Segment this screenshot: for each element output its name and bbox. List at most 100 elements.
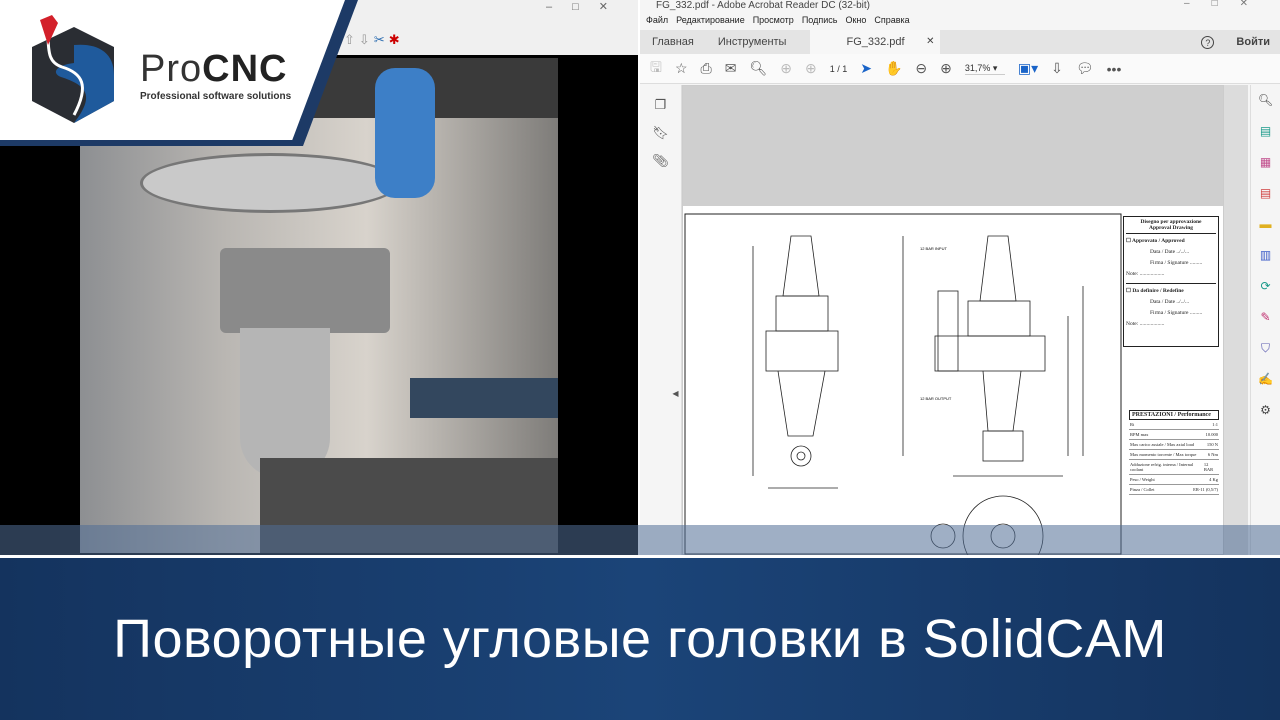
more-icon[interactable]: ••• <box>1107 61 1122 77</box>
note-field: Note: .................. <box>1126 321 1165 327</box>
video-title: Поворотные угловые головки в SolidCAM <box>113 609 1167 669</box>
hand-tool-icon[interactable]: ✋ <box>885 60 902 77</box>
tab-bar: Главная Инструменты FG_332.pdf ✕ ? Войти <box>640 30 1280 54</box>
help-icon[interactable]: ? <box>1201 35 1215 49</box>
protect-icon[interactable]: ⛉ <box>1251 333 1280 364</box>
performance-table: PRESTAZIONI / Performance Ri 1:1 RPM max 10… <box>1129 410 1219 495</box>
comment-icon[interactable]: 💬︎ <box>1076 60 1094 77</box>
menu-file[interactable]: Файл <box>646 15 668 27</box>
page-number-input[interactable]: 1 <box>830 64 835 74</box>
brand-tagline: Professional software solutions <box>140 91 292 102</box>
page-header-area <box>683 86 1223 206</box>
approved-checkbox: ☐ Approvato / Approved <box>1126 238 1185 244</box>
performance-value: 10.000 <box>1205 432 1218 437</box>
performance-param: Adduzione refrig. interna / Internal coo… <box>1130 462 1194 472</box>
performance-param: Ri <box>1130 422 1135 427</box>
performance-row: Max carico assiale / Max axial load 150 N <box>1129 440 1219 450</box>
menu-edit[interactable]: Редактирование <box>676 15 745 27</box>
fill-sign-icon[interactable]: ✎ <box>1251 302 1280 333</box>
save-icon[interactable]: 🖫 <box>650 57 662 81</box>
logo-area: ProCNC Professional software solutions <box>0 0 360 146</box>
tab-tools[interactable]: Инструменты <box>706 36 799 48</box>
scan-icon[interactable]: ⟳ <box>1251 271 1280 302</box>
performance-title: PRESTAZIONI / Performance <box>1129 410 1219 420</box>
window-controls[interactable]: –□✕ <box>1184 0 1270 9</box>
signature-field: Firma / Signature ......... <box>1150 310 1203 316</box>
date-field: Data / Date ../../... <box>1150 299 1190 305</box>
performance-param: Max carico assiale / Max axial load <box>1130 442 1194 447</box>
tab-document[interactable]: FG_332.pdf ✕ <box>810 30 941 54</box>
date-field: Data / Date ../../... <box>1150 249 1190 255</box>
window-title: FG_332.pdf - Adobe Acrobat Reader DC (32… <box>656 0 871 11</box>
export-pdf-icon[interactable]: ▤ <box>1251 116 1280 147</box>
solidcam-icon[interactable]: ✱ <box>389 32 400 48</box>
menu-window[interactable]: Окно <box>845 15 866 27</box>
window-controls[interactable]: –□✕ <box>546 0 628 13</box>
next-page-icon[interactable]: ⊕ <box>805 60 817 77</box>
zoom-select[interactable]: 31,7% ▾ <box>964 63 1005 75</box>
signin-button[interactable]: Войти <box>1236 36 1270 48</box>
performance-param: Pinza / Collet <box>1130 487 1155 492</box>
acrobat-window: FG_332.pdf - Adobe Acrobat Reader DC (32… <box>640 0 1280 556</box>
performance-row: Ri 1:1 <box>1129 420 1219 430</box>
performance-value: ER-11 (0,5/7) <box>1193 487 1218 492</box>
comment-tool-icon[interactable]: ▬ <box>1251 209 1280 240</box>
scroll-mode-icon[interactable]: ⇩ <box>1051 60 1063 77</box>
brand-name: ProCNC <box>140 48 288 90</box>
email-icon[interactable]: ✉ <box>725 60 737 77</box>
bookmark-star-icon[interactable]: ☆ <box>675 60 688 77</box>
pages-icon[interactable]: ❐ <box>640 97 681 113</box>
output-label: 12 BAR OUTPUT <box>920 396 952 401</box>
title-banner: Поворотные угловые головки в SolidCAM <box>0 555 1280 720</box>
bookmarks-icon[interactable]: 🔖︎ <box>640 125 681 141</box>
menu-help[interactable]: Справка <box>874 15 909 27</box>
pdf-page: 12 BAR INPUT 12 BAR OUTPUT Disegno per a… <box>682 85 1224 556</box>
performance-row: RPM max 10.000 <box>1129 430 1219 440</box>
left-nav-panel: ❐ 🔖︎ 📎︎ ◀ <box>640 85 682 555</box>
note-field: Note: .................. <box>1126 271 1165 277</box>
performance-param: Peso / Weight <box>1130 477 1155 482</box>
prev-page-icon[interactable]: ⊕ <box>780 60 792 77</box>
performance-row: Max momento torcente / Max torque 6 Nm <box>1129 450 1219 460</box>
page-down-icon[interactable]: ⇩ <box>359 32 370 48</box>
performance-value: 150 N <box>1206 442 1218 447</box>
organize-pages-icon[interactable]: ▦ <box>1251 147 1280 178</box>
performance-param: Max momento torcente / Max torque <box>1130 452 1197 457</box>
close-tab-icon[interactable]: ✕ <box>926 30 934 54</box>
technical-drawing <box>684 213 1122 556</box>
document-viewer[interactable]: 12 BAR INPUT 12 BAR OUTPUT Disegno per a… <box>682 85 1248 556</box>
combine-files-icon[interactable]: ▥ <box>1251 240 1280 271</box>
performance-row: Adduzione refrig. interna / Internal coo… <box>1129 460 1219 475</box>
signature-field: Firma / Signature ......... <box>1150 260 1203 266</box>
tools-icon[interactable]: ✂ <box>374 32 385 48</box>
performance-value: 1:1 <box>1212 422 1218 427</box>
approval-subtitle: Approval Drawing <box>1148 225 1194 231</box>
menu-bar: Файл Редактирование Просмотр Подпись Окн… <box>640 12 1280 30</box>
performance-value: 4 Kg <box>1209 477 1218 482</box>
tab-document-label: FG_332.pdf <box>846 36 905 48</box>
fit-page-icon[interactable]: ▣▾ <box>1018 60 1038 77</box>
zoom-in-icon[interactable]: ⊕ <box>940 60 952 77</box>
tab-home[interactable]: Главная <box>640 36 706 48</box>
search-icon[interactable]: 🔍︎ <box>749 60 767 77</box>
more-tools-icon[interactable]: ⚙ <box>1251 395 1280 426</box>
send-signature-icon[interactable]: ✍ <box>1251 364 1280 395</box>
performance-row: Pinza / Collet ER-11 (0,5/7) <box>1129 485 1219 495</box>
redefine-checkbox: ☐ Da definire / Redefine <box>1126 288 1184 294</box>
title-bar: FG_332.pdf - Adobe Acrobat Reader DC (32… <box>640 0 1280 12</box>
search-tool-icon[interactable]: 🔍︎ <box>1251 85 1280 116</box>
create-pdf-icon[interactable]: ▤ <box>1251 178 1280 209</box>
menu-sign[interactable]: Подпись <box>802 15 838 27</box>
procnc-logo-icon <box>32 15 114 123</box>
overlay-strip <box>0 525 1280 555</box>
approval-box: Disegno per approvazione Approval Drawing… <box>1123 216 1219 347</box>
zoom-out-icon[interactable]: ⊖ <box>915 60 927 77</box>
page-total: / 1 <box>837 63 848 74</box>
performance-value: 6 Nm <box>1207 452 1218 457</box>
attachments-icon[interactable]: 📎︎ <box>640 153 681 169</box>
menu-view[interactable]: Просмотр <box>753 15 794 27</box>
collapse-left-icon[interactable]: ◀ <box>670 389 681 398</box>
right-tools-panel: 🔍︎ ▤ ▦ ▤ ▬ ▥ ⟳ ✎ ⛉ ✍ ⚙ <box>1250 85 1280 555</box>
select-cursor-icon[interactable]: ➤ <box>860 60 872 77</box>
print-icon[interactable]: ⎙ <box>701 60 712 77</box>
